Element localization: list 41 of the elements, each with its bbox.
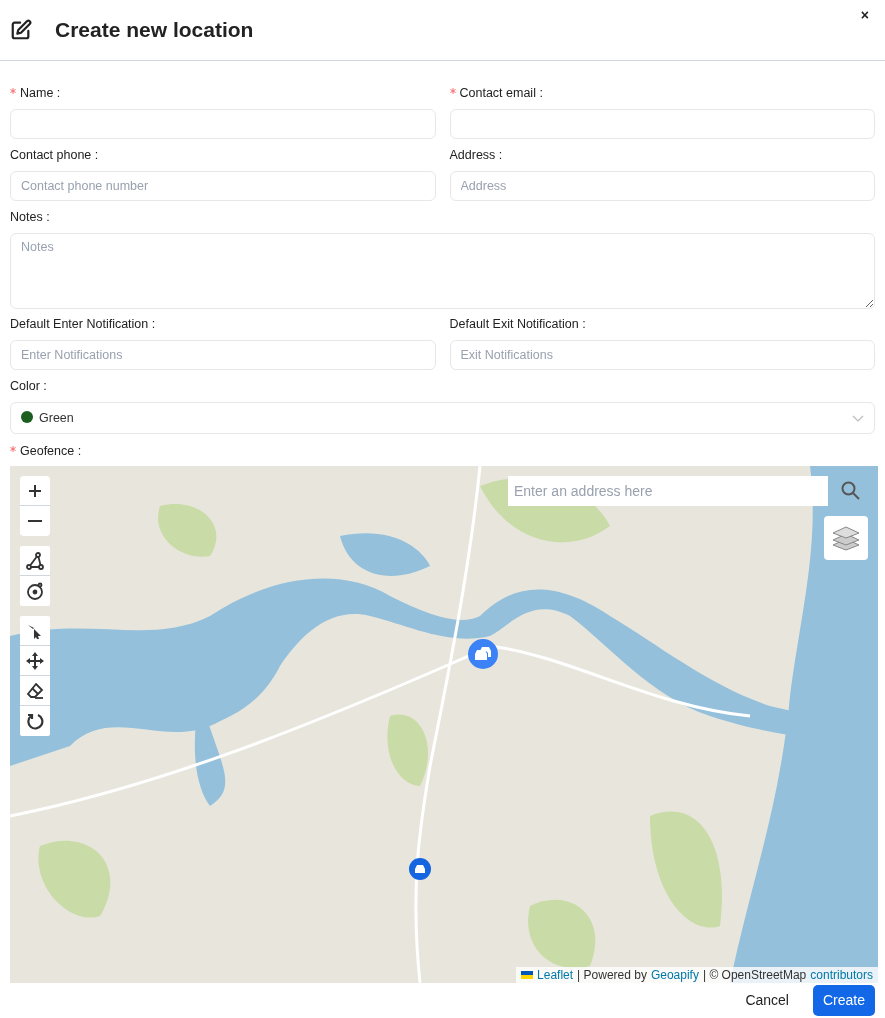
field-label: Color :: [10, 377, 47, 395]
create-button[interactable]: Create: [812, 985, 875, 1016]
field-label: Default Exit Notification :: [449, 315, 586, 333]
close-button[interactable]: ×: [860, 8, 869, 22]
field-label: Contact phone :: [10, 146, 99, 164]
attribution-text: | Powered by: [577, 969, 647, 981]
circle-icon: [26, 582, 44, 600]
field-label: Notes :: [10, 208, 50, 226]
cancel-button[interactable]: Cancel: [729, 985, 805, 1016]
field-label: Geofence :: [20, 442, 82, 460]
edit-icon: [10, 19, 32, 41]
text-field[interactable]: Enter Notifications: [10, 340, 436, 370]
polygon-icon: [26, 551, 44, 570]
text-field[interactable]: Address: [449, 171, 875, 201]
chevron-down-icon: [852, 414, 864, 422]
attribution-link[interactable]: Leaflet: [537, 969, 574, 981]
field-label: Name :: [20, 84, 61, 102]
text-field[interactable]: Exit Notifications: [449, 340, 875, 370]
layers-button[interactable]: [824, 516, 868, 560]
dialog-title: Create new location: [55, 17, 254, 44]
attribution-text: | © OpenStreetMap: [702, 969, 807, 981]
flag-icon: [521, 971, 534, 979]
text-field[interactable]: Contact phone number: [10, 171, 436, 201]
minus-icon: [28, 520, 42, 522]
eraser-icon: [26, 681, 44, 700]
layers-icon: [832, 525, 860, 551]
notes-field[interactable]: Notes: [10, 233, 875, 309]
rotate-icon: [26, 712, 44, 730]
plus-icon: [28, 483, 42, 498]
select-value: Green: [39, 409, 75, 427]
search-icon[interactable]: [841, 481, 860, 500]
attribution-link[interactable]: contributors: [810, 969, 873, 981]
attribution-link[interactable]: Geoapify: [650, 969, 699, 981]
move-icon: [26, 651, 44, 670]
color-select[interactable]: Green: [10, 402, 875, 434]
text-field[interactable]: [449, 109, 875, 139]
field-label: Address :: [449, 146, 503, 164]
text-field[interactable]: [10, 109, 436, 139]
field-label: Default Enter Notification :: [10, 315, 156, 333]
field-label: Contact email :: [459, 84, 543, 102]
search-field[interactable]: Enter an address here: [508, 476, 828, 506]
